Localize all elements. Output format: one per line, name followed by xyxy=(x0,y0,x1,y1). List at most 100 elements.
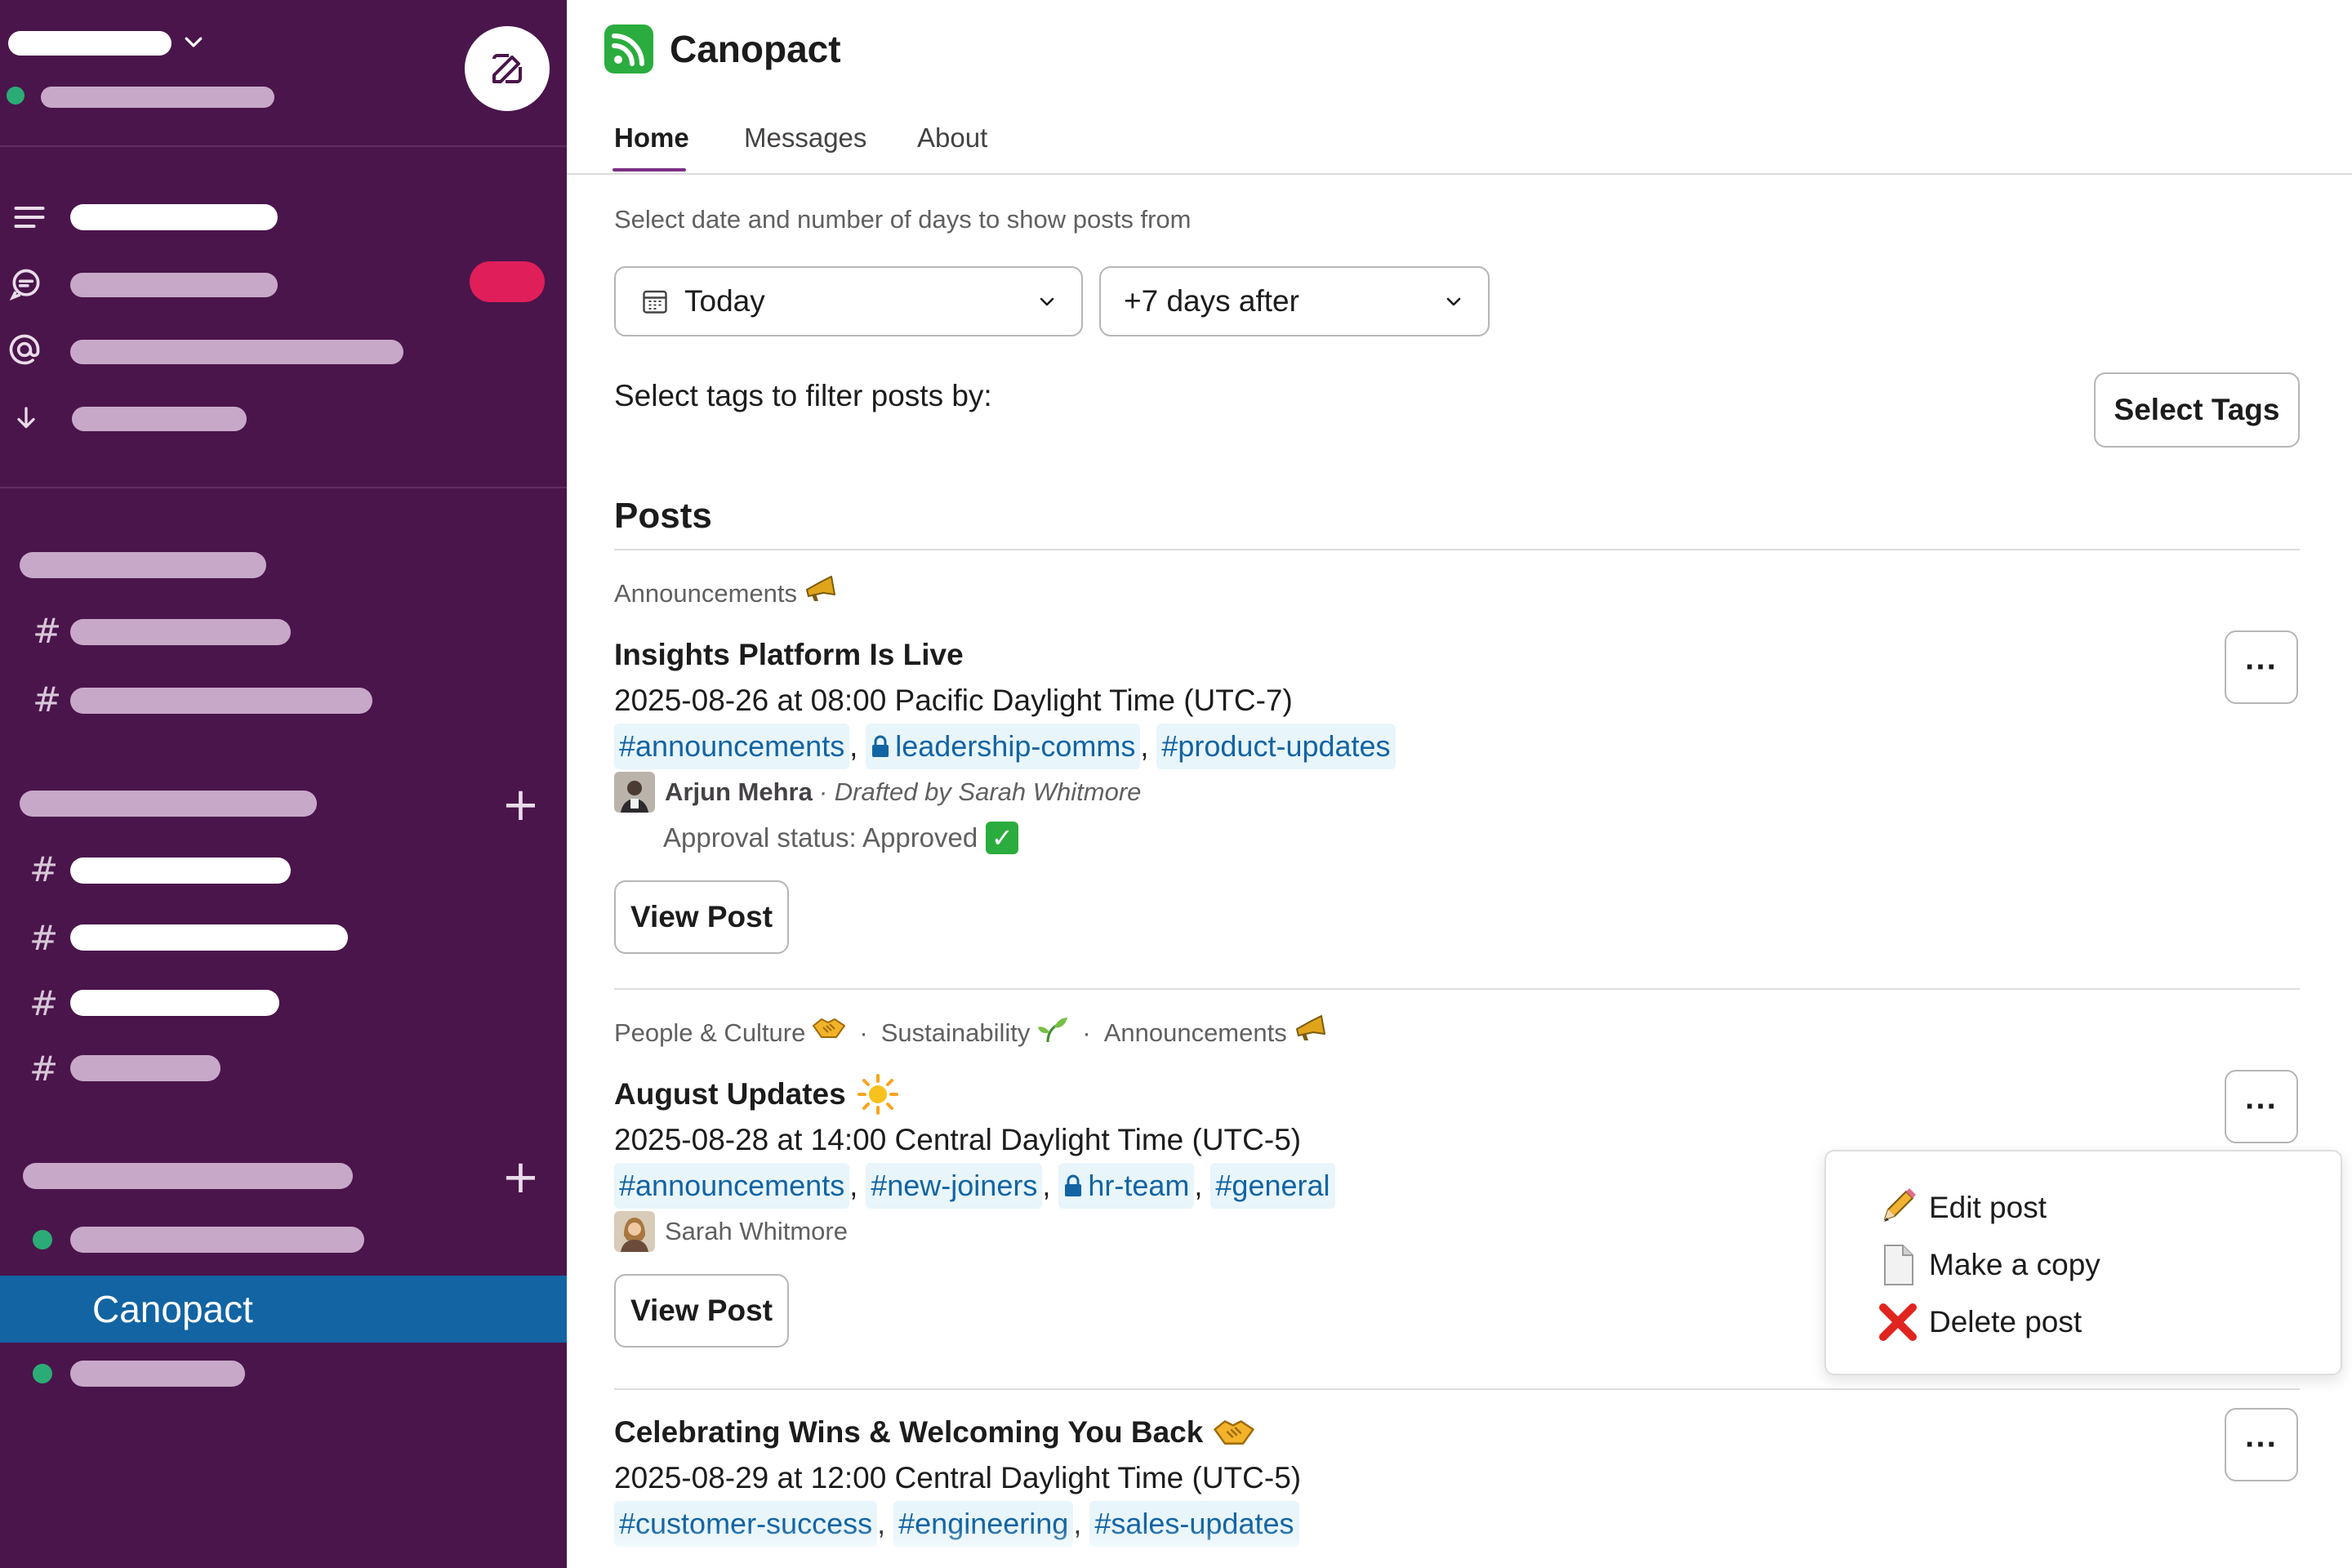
approval-status: Approval status: Approved ✓ xyxy=(663,815,2305,861)
lock-icon xyxy=(872,735,889,757)
category-separator: · xyxy=(1082,1018,1091,1047)
tab-home[interactable]: Home xyxy=(614,118,689,158)
channel-tag[interactable]: #general xyxy=(1210,1163,1335,1209)
view-post-button[interactable]: View Post xyxy=(614,880,789,954)
channel-name: #announcements xyxy=(619,1169,845,1202)
tabs-divider xyxy=(567,173,2352,175)
channel-tag[interactable]: hr-team xyxy=(1058,1163,1195,1209)
tab-about[interactable]: About xyxy=(917,118,987,158)
presence-dot xyxy=(33,1230,52,1250)
category-label: People & Culture xyxy=(614,1018,806,1047)
threads-icon[interactable] xyxy=(11,199,47,235)
channel-tag[interactable]: #announcements xyxy=(614,724,850,769)
sidebar-nav-item[interactable] xyxy=(70,204,278,230)
channel-name: leadership-comms xyxy=(895,729,1136,763)
workspace-name[interactable] xyxy=(8,31,172,56)
app-home: Canopact Home Messages About Select date… xyxy=(567,0,2352,1568)
days-select[interactable]: +7 days after xyxy=(1099,266,1490,336)
post-time: 2025-08-26 at 08:00 Pacific Daylight Tim… xyxy=(614,684,1293,717)
post-item: Announcements Insights Platform Is Live … xyxy=(614,573,2305,954)
document-icon xyxy=(1875,1242,1921,1288)
compose-button[interactable] xyxy=(465,26,550,111)
section-header[interactable] xyxy=(23,1163,353,1189)
arrow-down-icon[interactable] xyxy=(11,402,41,434)
app-logo xyxy=(604,24,653,74)
dms-icon[interactable] xyxy=(8,266,44,302)
sidebar-channel[interactable] xyxy=(70,990,279,1016)
post-title-text: August Updates xyxy=(614,1077,846,1111)
user-status[interactable] xyxy=(41,87,274,108)
menu-item-edit-post[interactable]: Edit post xyxy=(1875,1183,2047,1233)
date-select[interactable]: Today xyxy=(614,266,1083,336)
select-tags-button[interactable]: Select Tags xyxy=(2094,372,2300,448)
handshake-icon xyxy=(1214,1420,1255,1445)
post-more-button[interactable]: ··· xyxy=(2225,1408,2298,1481)
sidebar-item-canopact[interactable]: Canopact xyxy=(0,1276,567,1343)
author-name: Arjun Mehra xyxy=(665,777,813,806)
menu-item-label: Delete post xyxy=(1929,1305,2082,1339)
view-post-button[interactable]: View Post xyxy=(614,1274,789,1348)
post-categories: People & Culture · Sustainability · Anno… xyxy=(614,1013,2305,1054)
category-label: Announcements xyxy=(1103,1018,1287,1047)
chevron-down-icon xyxy=(1446,297,1461,306)
channel-name: hr-team xyxy=(1088,1169,1190,1202)
sidebar-divider xyxy=(0,487,567,488)
megaphone-icon xyxy=(804,573,838,614)
sidebar-nav-item[interactable] xyxy=(70,340,403,364)
handshake-icon xyxy=(812,1013,846,1054)
add-dm-icon[interactable]: + xyxy=(501,1155,540,1200)
post-time: 2025-08-29 at 12:00 Central Daylight Tim… xyxy=(614,1461,1302,1494)
scroll-fade xyxy=(567,1527,2352,1568)
category-label: Announcements xyxy=(614,579,798,608)
post-title-text: Celebrating Wins & Welcoming You Back xyxy=(614,1415,1204,1449)
unread-badge xyxy=(470,261,545,302)
menu-item-make-copy[interactable]: Make a copy xyxy=(1875,1240,2100,1290)
sidebar-channel[interactable] xyxy=(70,858,291,884)
section-header[interactable] xyxy=(20,791,317,817)
channel-tag[interactable]: #announcements xyxy=(614,1163,850,1209)
sidebar-channel[interactable] xyxy=(70,1055,220,1081)
days-select-value: +7 days after xyxy=(1124,284,1299,318)
status-dot xyxy=(7,87,24,105)
separator: , xyxy=(1194,1169,1203,1202)
sidebar-nav-item[interactable] xyxy=(72,407,247,431)
category-label: Sustainability xyxy=(880,1018,1031,1047)
sidebar-nav-item[interactable] xyxy=(70,273,278,297)
channel-tag[interactable]: #new-joiners xyxy=(866,1163,1043,1209)
sidebar-channel[interactable] xyxy=(70,924,348,951)
channel-tag[interactable]: leadership-comms xyxy=(866,724,1141,769)
post-actions-menu: Edit post Make a copy Delete post xyxy=(1824,1150,2342,1375)
add-channel-icon[interactable]: + xyxy=(501,782,540,828)
rss-icon xyxy=(612,33,644,66)
sidebar-dm[interactable] xyxy=(70,1361,245,1387)
menu-item-delete-post[interactable]: Delete post xyxy=(1875,1297,2082,1348)
sidebar-channel[interactable] xyxy=(70,619,291,645)
sidebar-dm[interactable] xyxy=(70,1227,364,1253)
sun-icon xyxy=(857,1074,898,1115)
posts-divider xyxy=(614,549,2300,550)
channel-tag[interactable]: #product-updates xyxy=(1156,724,1396,769)
sidebar-item-label: Canopact xyxy=(92,1288,253,1330)
category-separator: · xyxy=(859,1018,868,1047)
section-header[interactable] xyxy=(20,552,266,578)
post-more-button[interactable]: ··· xyxy=(2225,1070,2298,1143)
compose-icon xyxy=(492,54,522,83)
channel-hash-icon: # xyxy=(33,679,62,719)
tab-messages[interactable]: Messages xyxy=(744,118,866,158)
menu-item-label: Edit post xyxy=(1929,1191,2047,1224)
date-filter-label: Select date and number of days to show p… xyxy=(614,205,1192,234)
channel-hash-icon: # xyxy=(29,1049,59,1089)
separator: , xyxy=(849,1169,858,1202)
seedling-icon xyxy=(1036,1013,1069,1054)
post-title: Insights Platform Is Live xyxy=(614,638,964,671)
chevron-down-icon[interactable] xyxy=(181,29,206,54)
channel-hash-icon: # xyxy=(29,983,59,1023)
sidebar-channel[interactable] xyxy=(70,688,372,714)
chevron-down-icon xyxy=(1040,297,1054,306)
lock-icon xyxy=(1065,1174,1082,1196)
post-more-button[interactable]: ··· xyxy=(2225,630,2298,704)
red-x-icon xyxy=(1875,1299,1921,1345)
pencil-icon xyxy=(1875,1185,1921,1231)
mentions-icon[interactable] xyxy=(7,332,42,368)
avatar xyxy=(614,1211,655,1252)
